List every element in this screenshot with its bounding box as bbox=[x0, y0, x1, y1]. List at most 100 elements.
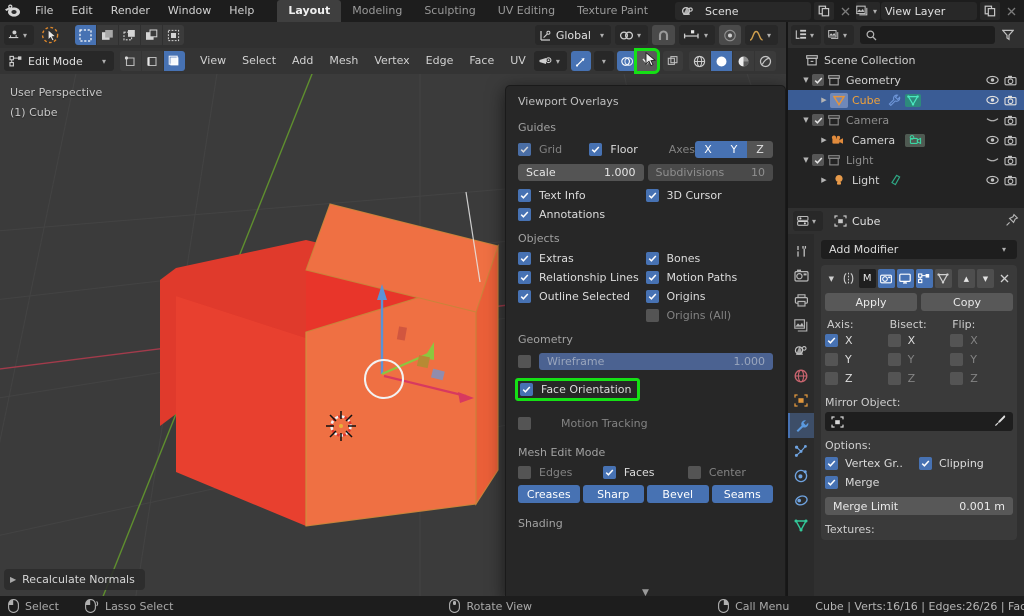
rendered-shading-icon[interactable] bbox=[754, 51, 776, 71]
eye-open-icon[interactable] bbox=[986, 135, 999, 145]
new-scene-button[interactable] bbox=[814, 2, 834, 20]
camera-render-icon[interactable] bbox=[1004, 175, 1017, 186]
viewport-overlays-popover[interactable]: Viewport Overlays Guides Grid Floor Axes… bbox=[505, 85, 786, 596]
modifier-edit-mode-toggle[interactable] bbox=[915, 269, 933, 288]
add-modifier-button[interactable]: Add Modifier ▾ bbox=[821, 240, 1017, 259]
triangle-down-icon[interactable]: ▼ bbox=[642, 588, 649, 596]
properties-tab-particles[interactable] bbox=[788, 438, 814, 463]
eye-closed-icon[interactable] bbox=[986, 115, 999, 125]
modifier-remove-button[interactable] bbox=[996, 269, 1013, 288]
properties-tab-physics[interactable] bbox=[788, 463, 814, 488]
material-shading-icon[interactable] bbox=[732, 51, 754, 71]
pivot-point-selector[interactable]: ▾ bbox=[614, 25, 648, 45]
camera-render-icon[interactable] bbox=[1004, 135, 1017, 146]
modifier-on-cage-toggle[interactable] bbox=[934, 269, 952, 288]
tweak-cursor-icon[interactable] bbox=[37, 25, 65, 45]
extras-checkbox[interactable]: Extras bbox=[518, 252, 646, 265]
gizmo-dropdown[interactable]: ▾ bbox=[593, 51, 614, 71]
triangle-right-icon[interactable]: ▶ bbox=[818, 96, 830, 104]
funnel-filter-icon[interactable] bbox=[998, 25, 1018, 45]
eye-closed-icon[interactable] bbox=[986, 155, 999, 165]
eyedropper-icon[interactable] bbox=[994, 414, 1007, 430]
properties-tab-scene[interactable] bbox=[788, 338, 814, 363]
axis-z-checkbox[interactable]: Z bbox=[825, 369, 888, 388]
face-select-icon[interactable] bbox=[164, 51, 185, 71]
viewport-menu-add[interactable]: Add bbox=[284, 51, 321, 71]
wireframe-slider[interactable]: Wireframe 1.000 bbox=[539, 353, 773, 370]
origins-all-checkbox[interactable]: Origins (All) bbox=[645, 309, 774, 322]
view-layer-icon[interactable]: ▾ bbox=[856, 2, 880, 20]
seams-button[interactable]: Seams bbox=[711, 485, 773, 503]
outliner-search-input[interactable] bbox=[860, 26, 995, 44]
vertex-select-icon[interactable] bbox=[120, 51, 141, 71]
outliner-display-icon[interactable]: ▾ bbox=[791, 25, 821, 45]
3d-cursor-checkbox[interactable]: 3D Cursor bbox=[645, 189, 774, 202]
vertex-groups-checkbox[interactable]: Vertex Gr.. bbox=[825, 457, 919, 470]
workspace-tab-sculpting[interactable]: Sculpting bbox=[413, 0, 486, 22]
outliner-row-scene-collection[interactable]: Scene Collection bbox=[788, 50, 1024, 70]
geometry-exclude-checkbox[interactable] bbox=[812, 74, 824, 86]
modifier-move-up-button[interactable]: ▲ bbox=[957, 269, 975, 288]
solid-shading-icon[interactable] bbox=[710, 51, 732, 71]
properties-tab-tool[interactable] bbox=[788, 238, 814, 263]
transform-orientation-selector[interactable]: Global ▾ bbox=[534, 25, 611, 45]
camera-collection-exclude-checkbox[interactable] bbox=[812, 114, 824, 126]
merge-limit-field[interactable]: Merge Limit 0.001 m bbox=[825, 497, 1013, 515]
flip-y-checkbox[interactable]: Y bbox=[950, 350, 1013, 369]
eye-open-icon[interactable] bbox=[986, 95, 999, 105]
properties-tab-output[interactable] bbox=[788, 288, 814, 313]
bisect-z-checkbox[interactable]: Z bbox=[887, 369, 951, 388]
menu-file[interactable]: File bbox=[26, 0, 62, 22]
properties-tab-world[interactable] bbox=[788, 363, 814, 388]
interaction-mode-selector[interactable]: Edit Mode ▾ bbox=[4, 51, 114, 71]
mirror-object-field[interactable] bbox=[825, 412, 1013, 431]
outliner-row-geometry[interactable]: ▼ Geometry bbox=[788, 70, 1024, 90]
modifier-name-field[interactable]: M bbox=[858, 269, 876, 288]
proportional-edit-toggle[interactable] bbox=[718, 25, 741, 45]
operator-redo-panel[interactable]: ▶ Recalculate Normals bbox=[4, 569, 145, 590]
collection-filter-icon[interactable]: ▾ bbox=[824, 25, 854, 45]
viewport-menu-vertex[interactable]: Vertex bbox=[366, 51, 417, 71]
select-extend-icon[interactable] bbox=[119, 25, 140, 45]
properties-tab-constraints[interactable] bbox=[788, 488, 814, 513]
floor-checkbox[interactable]: Floor bbox=[589, 143, 660, 156]
copy-modifier-button[interactable]: Copy bbox=[921, 293, 1013, 311]
edges-checkbox[interactable]: Edges bbox=[518, 466, 603, 479]
view-layer-selector[interactable]: View Layer bbox=[881, 2, 977, 20]
bones-checkbox[interactable]: Bones bbox=[645, 252, 774, 265]
triangle-down-icon[interactable]: ▼ bbox=[800, 156, 812, 164]
face-orientation-checkbox[interactable]: Face Orientation bbox=[515, 378, 641, 401]
wireframe-checkbox[interactable] bbox=[518, 355, 531, 368]
bisect-y-checkbox[interactable]: Y bbox=[887, 350, 951, 369]
viewport-menu-select[interactable]: Select bbox=[234, 51, 284, 71]
menu-window[interactable]: Window bbox=[159, 0, 220, 22]
wrench-modifier-icon[interactable] bbox=[888, 94, 901, 106]
apply-modifier-button[interactable]: Apply bbox=[825, 293, 917, 311]
camera-render-icon[interactable] bbox=[1004, 115, 1017, 126]
flip-z-checkbox[interactable]: Z bbox=[950, 369, 1013, 388]
motion-paths-checkbox[interactable]: Motion Paths bbox=[645, 271, 774, 284]
outliner-row-camera-collection[interactable]: ▼ Camera bbox=[788, 110, 1024, 130]
properties-tab-data[interactable] bbox=[788, 513, 814, 538]
blender-logo-icon[interactable] bbox=[0, 0, 26, 22]
axis-z-toggle[interactable]: Z bbox=[747, 141, 773, 158]
origins-checkbox[interactable]: Origins bbox=[645, 290, 774, 303]
outliner-row-light-object[interactable]: ▶ Light bbox=[788, 170, 1024, 190]
relationship-lines-checkbox[interactable]: Relationship Lines bbox=[518, 271, 646, 284]
bevel-button[interactable]: Bevel bbox=[647, 485, 709, 503]
axis-y-checkbox[interactable]: Y bbox=[825, 350, 888, 369]
select-subtract-icon[interactable] bbox=[141, 25, 162, 45]
snap-controls[interactable] bbox=[651, 25, 675, 45]
viewport-menu-mesh[interactable]: Mesh bbox=[321, 51, 366, 71]
eye-open-icon[interactable] bbox=[986, 175, 999, 185]
faces-checkbox[interactable]: Faces bbox=[602, 466, 688, 479]
workspace-tab-uv-editing[interactable]: UV Editing bbox=[487, 0, 566, 22]
viewport-menu-face[interactable]: Face bbox=[461, 51, 502, 71]
camera-render-icon[interactable] bbox=[1004, 75, 1017, 86]
outline-selected-checkbox[interactable]: Outline Selected bbox=[518, 290, 646, 303]
visibility-dropdown[interactable]: ▾ bbox=[533, 51, 567, 71]
axis-x-toggle[interactable]: X bbox=[695, 141, 721, 158]
camera-render-icon[interactable] bbox=[1004, 155, 1017, 166]
axis-y-toggle[interactable]: Y bbox=[721, 141, 747, 158]
snap-target-selector[interactable]: ▾ bbox=[678, 25, 715, 45]
